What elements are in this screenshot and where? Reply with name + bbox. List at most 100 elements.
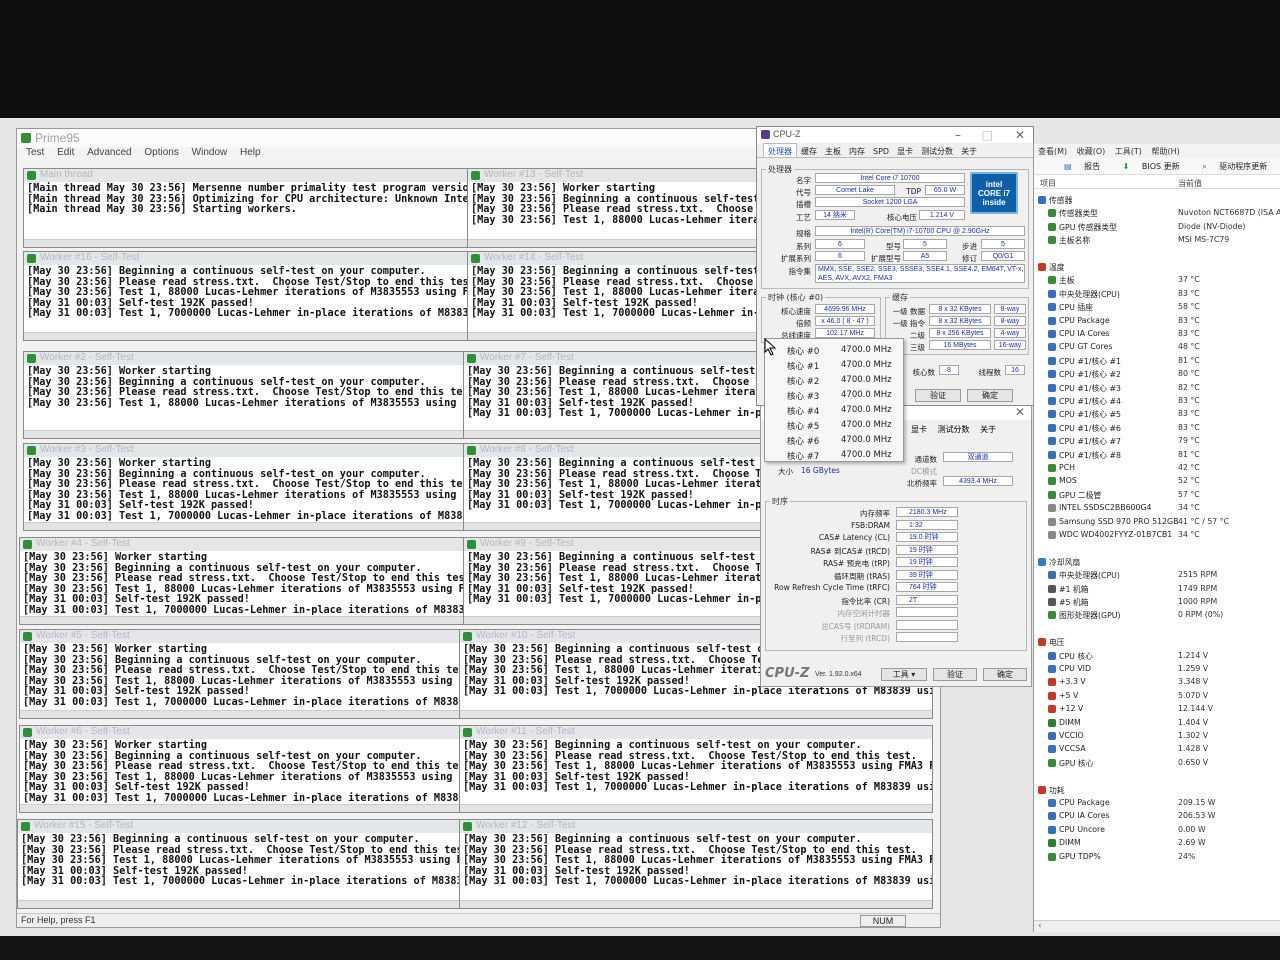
sensor-row[interactable]: CPU #1/核心 #6 83 °C — [1034, 422, 1280, 435]
horizontal-scrollbar[interactable] — [468, 239, 766, 247]
menu-options[interactable]: Options — [144, 147, 178, 158]
menu-help[interactable]: Help — [240, 147, 261, 158]
worker-window[interactable]: Worker #3 - Self-Test [May 30 23:56] Work… — [23, 443, 470, 531]
tools-button[interactable]: 工具 ▾ — [881, 668, 927, 681]
sensor-row[interactable]: CPU Package 209.15 W — [1034, 797, 1280, 810]
menu-window[interactable]: Window — [192, 147, 228, 158]
menu-advanced[interactable]: Advanced — [87, 147, 131, 158]
core-menu-item[interactable]: 核心 #2 4700.0 MHz — [765, 372, 905, 387]
sensor-row[interactable]: CPU #1/核心 #5 83 °C — [1034, 408, 1280, 421]
horizontal-scrollbar[interactable] — [464, 522, 766, 530]
worker-window-titlebar[interactable]: Worker #3 - Self-Test — [24, 444, 469, 457]
worker-window[interactable]: Worker #12 - Self-Test [May 30 23:56] Beg… — [459, 819, 933, 909]
menu-favorites[interactable]: 收藏(O) — [1077, 147, 1106, 156]
worker-window-titlebar[interactable]: Worker #12 - Self-Test — [460, 820, 932, 833]
horizontal-scrollbar[interactable] — [464, 430, 766, 438]
sensor-section[interactable]: 传感器 — [1034, 194, 1280, 207]
core-menu-item[interactable]: 核心 #0 4700.0 MHz — [765, 342, 905, 357]
minimize-icon[interactable]: – — [955, 128, 961, 142]
worker-window-titlebar[interactable]: Worker #16 - Self-Test — [24, 252, 469, 265]
worker-window[interactable]: Worker #9 - Self-Test [May 30 23:56] Begi… — [463, 537, 767, 625]
worker-window-titlebar[interactable]: Worker #2 - Self-Test — [24, 352, 469, 365]
sensor-row[interactable]: MOS 52 °C — [1034, 475, 1280, 488]
sensor-row[interactable]: 图形处理器(GPU) 0 RPM (0%) — [1034, 609, 1280, 622]
sensor-row[interactable]: #1 机箱 1749 RPM — [1034, 583, 1280, 596]
sensor-row[interactable]: CPU #1/核心 #8 81 °C — [1034, 449, 1280, 462]
sensor-row[interactable]: CPU 插座 58 °C — [1034, 301, 1280, 314]
sensor-row[interactable]: DIMM 1.404 V — [1034, 717, 1280, 730]
sensor-row[interactable]: 中央处理器(CPU) 2515 RPM — [1034, 569, 1280, 582]
core-menu-item[interactable]: 核心 #4 4700.0 MHz — [765, 402, 905, 417]
sensor-row[interactable]: INTEL SSDSC2BB600G4 34 °C — [1034, 502, 1280, 515]
cpuz-titlebar[interactable]: CPU-Z – □ ✕ — [757, 127, 1033, 143]
menu-test[interactable]: Test — [26, 147, 44, 158]
sensor-row[interactable]: CPU #1/核心 #3 82 °C — [1034, 382, 1280, 395]
horizontal-scrollbar[interactable] — [20, 616, 465, 624]
ok-button-2[interactable]: 确定 — [983, 668, 1027, 681]
tab-spd[interactable]: SPD — [869, 145, 893, 156]
worker-window-titlebar[interactable]: Worker #9 - Self-Test — [464, 538, 766, 551]
worker-window-titlebar[interactable]: Worker #4 - Self-Test — [20, 538, 465, 551]
tab-processor[interactable]: 处理器 — [763, 143, 797, 157]
validate-button[interactable]: 验证 — [915, 389, 961, 402]
core-menu-item[interactable]: 核心 #5 4700.0 MHz — [765, 417, 905, 432]
close-icon[interactable]: ✕ — [1015, 128, 1025, 142]
core-menu-item[interactable]: 核心 #6 4700.0 MHz — [765, 432, 905, 447]
worker-window-titlebar[interactable]: Worker #5 - Self-Test — [20, 630, 465, 643]
worker-window-titlebar[interactable]: Worker #13 - Self-Test — [468, 169, 766, 182]
tab-about[interactable]: 关于 — [980, 425, 996, 434]
horizontal-scrollbar[interactable] — [460, 710, 932, 718]
worker-window[interactable]: Worker #7 - Self-Test [May 30 23:56] Begi… — [463, 351, 767, 439]
sensor-row[interactable]: CPU #1/核心 #7 79 °C — [1034, 435, 1280, 448]
horizontal-scrollbar[interactable] — [24, 332, 469, 340]
sensor-row[interactable]: 主板 37 °C — [1034, 274, 1280, 287]
sensor-section[interactable]: 功耗 — [1034, 784, 1280, 797]
sensor-section[interactable]: 电压 — [1034, 636, 1280, 649]
tab-about[interactable]: 关于 — [957, 144, 981, 157]
worker-window[interactable]: Worker #4 - Self-Test [May 30 23:56] Work… — [19, 537, 466, 625]
worker-window[interactable]: Worker #6 - Self-Test [May 30 23:56] Work… — [19, 725, 466, 813]
bios-update-button[interactable]: ⬇ BIOS 更新 — [1123, 162, 1190, 171]
worker-window[interactable]: Worker #14 - Self-Test [May 30 23:56] Beg… — [467, 251, 767, 341]
sensor-row[interactable]: GPU 核心 0.650 V — [1034, 757, 1280, 770]
sensor-row[interactable]: DIMM 2.69 W — [1034, 837, 1280, 850]
ok-button[interactable]: 确定 — [967, 389, 1013, 402]
horizontal-scrollbar[interactable] — [18, 900, 463, 908]
scroll-left-icon[interactable]: ‹ — [1038, 921, 1042, 931]
worker-window-titlebar[interactable]: Worker #15 - Self-Test — [18, 820, 463, 833]
sensor-row[interactable]: #5 机箱 1000 RPM — [1034, 596, 1280, 609]
sensor-row[interactable]: VCCIO 1.302 V — [1034, 730, 1280, 743]
sensor-row[interactable]: GPU 二极管 57 °C — [1034, 489, 1280, 502]
horizontal-scrollbar[interactable] — [24, 522, 469, 530]
sensor-row[interactable]: CPU 核心 1.214 V — [1034, 650, 1280, 663]
sensor-row[interactable]: VCCSA 1.428 V — [1034, 743, 1280, 756]
horizontal-scrollbar[interactable] — [24, 430, 469, 438]
sensor-row[interactable]: Samsung SSD 970 PRO 512GB 41 °C / 57 °C — [1034, 516, 1280, 529]
menu-tools[interactable]: 工具(T) — [1115, 147, 1142, 156]
worker-window[interactable]: Worker #13 - Self-Test [May 30 23:56] Wor… — [467, 168, 767, 248]
sensor-row[interactable]: CPU IA Cores 83 °C — [1034, 328, 1280, 341]
sensor-section[interactable]: 温度 — [1034, 261, 1280, 274]
menu-edit[interactable]: Edit — [57, 147, 74, 158]
horizontal-scrollbar[interactable]: ‹ — [1034, 920, 1280, 932]
worker-window[interactable]: Worker #16 - Self-Test [May 30 23:56] Beg… — [23, 251, 470, 341]
close-icon[interactable]: ✕ — [1015, 405, 1025, 419]
worker-window[interactable]: Worker #11 - Self-Test [May 30 23:56] Beg… — [459, 725, 933, 813]
tab-bench[interactable]: 测试分数 — [917, 144, 957, 157]
horizontal-scrollbar[interactable] — [20, 804, 465, 812]
sensor-row[interactable]: +3.3 V 3.348 V — [1034, 676, 1280, 689]
sensor-row[interactable]: 中央处理器(CPU) 83 °C — [1034, 288, 1280, 301]
column-item[interactable]: 项目 — [1040, 178, 1056, 189]
horizontal-scrollbar[interactable] — [460, 804, 932, 812]
tab-mainboard[interactable]: 主板 — [821, 144, 845, 157]
tab-cache[interactable]: 缓存 — [797, 144, 821, 157]
menu-help[interactable]: 帮助(H) — [1151, 147, 1179, 156]
worker-window[interactable]: Worker #15 - Self-Test [May 30 23:56] Beg… — [17, 819, 464, 909]
core-menu-item[interactable]: 核心 #1 4700.0 MHz — [765, 357, 905, 372]
sensor-row[interactable]: 传感器类型 Nuvoton NCT6687D (ISA A — [1034, 207, 1280, 220]
sensor-row[interactable]: +5 V 5.070 V — [1034, 690, 1280, 703]
tab-bench[interactable]: 测试分数 — [938, 425, 970, 434]
core-menu-item[interactable]: 核心 #3 4700.0 MHz — [765, 387, 905, 402]
worker-window-titlebar[interactable]: Main thread — [24, 169, 469, 182]
sensor-row[interactable]: 主板名称 MSI MS-7C79 — [1034, 234, 1280, 247]
